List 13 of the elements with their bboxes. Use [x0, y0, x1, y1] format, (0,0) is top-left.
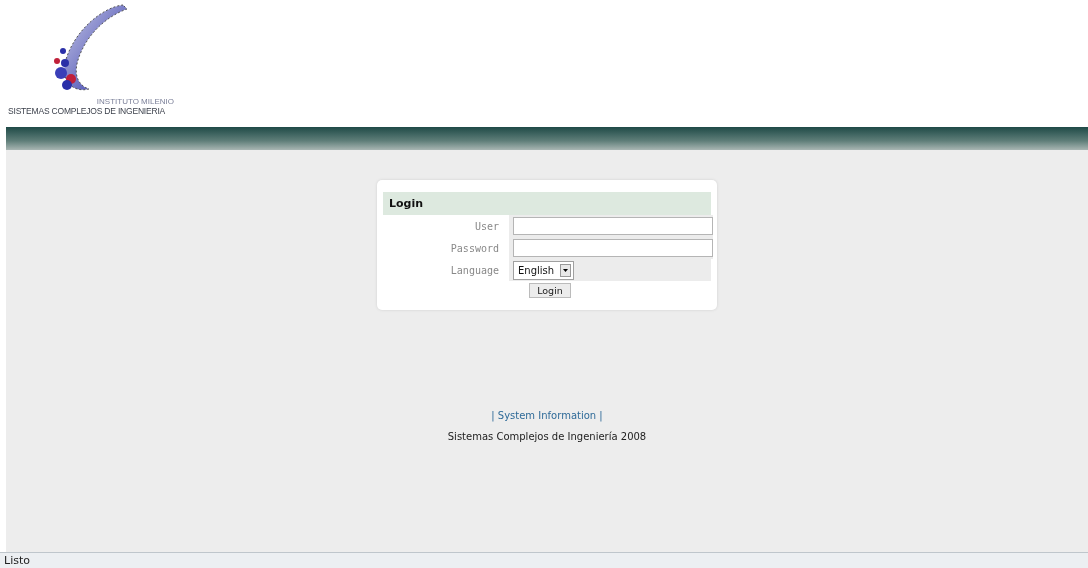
field-label: Password — [449, 241, 500, 256]
copyright-text: Sistemas Complejos de Ingeniería 2008 — [447, 431, 647, 442]
password-field[interactable] — [513, 239, 713, 257]
login-title: Login — [383, 192, 711, 215]
user-field[interactable] — [513, 217, 713, 235]
logo-name: SISTEMAS COMPLEJOS DE INGENIERIA — [8, 106, 166, 116]
logo-subtitle: INSTITUTO MILENIO — [96, 97, 174, 106]
login-button[interactable]: Login — [529, 283, 571, 298]
language-select[interactable]: English — [513, 260, 575, 280]
system-information-link[interactable]: | System Information | — [491, 410, 603, 421]
field-label: Language — [449, 263, 500, 278]
field-label: User — [473, 219, 500, 234]
status-bar: Listo — [0, 552, 1088, 568]
